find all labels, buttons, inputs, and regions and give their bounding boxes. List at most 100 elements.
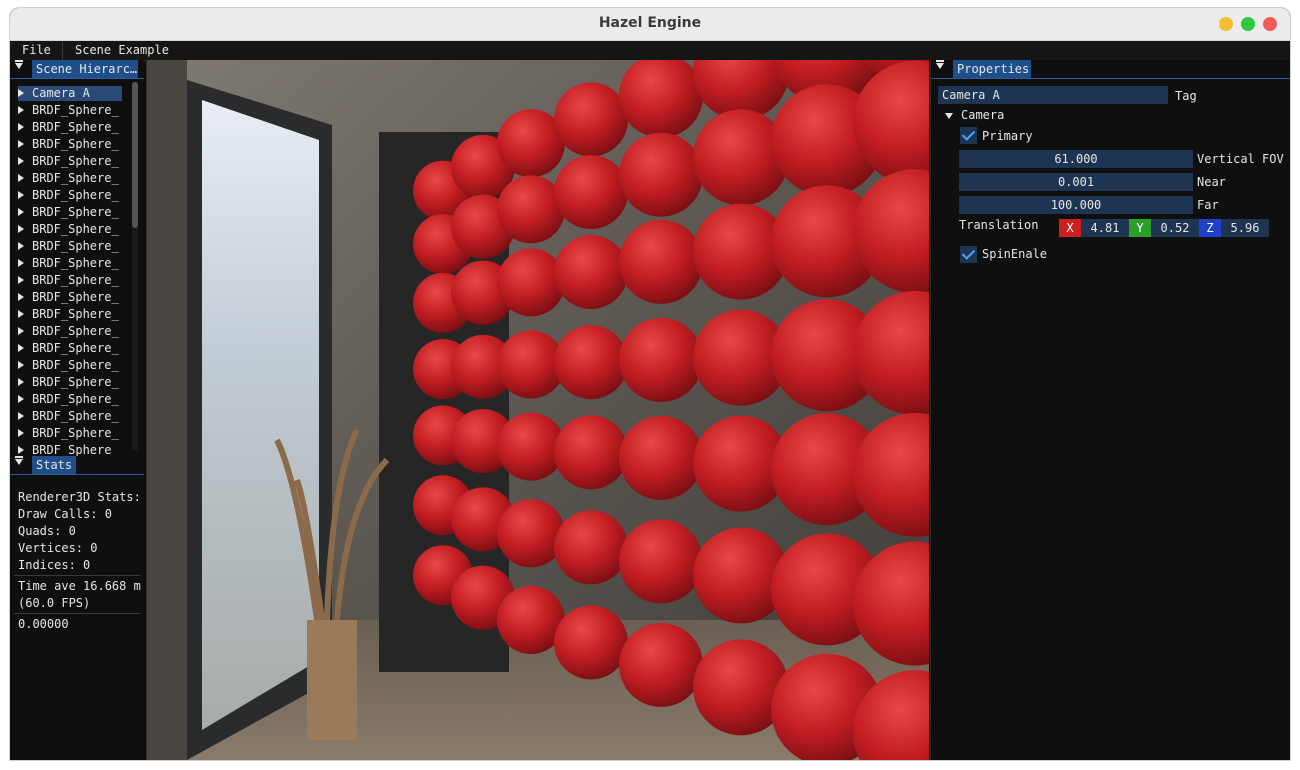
collapse-icon[interactable] xyxy=(15,456,23,465)
tab-scene-hierarchy[interactable]: Scene Hierarc… xyxy=(32,60,138,78)
expand-arrow-icon[interactable] xyxy=(18,207,24,216)
tree-item-label: Camera A xyxy=(32,86,90,100)
brdf-sphere xyxy=(497,248,565,317)
maximize-button[interactable] xyxy=(1241,17,1255,31)
tree-item-sphere[interactable]: BRDF_Sphere_ xyxy=(18,307,126,322)
tree-item-sphere[interactable]: BRDF_Sphere_ xyxy=(18,120,126,135)
expand-arrow-icon[interactable] xyxy=(18,105,24,114)
tree-item-label: BRDF_Sphere_ xyxy=(32,120,119,134)
expand-arrow-icon[interactable] xyxy=(18,343,24,352)
tag-input[interactable]: Camera A xyxy=(938,86,1168,104)
reset-y-button[interactable]: Y xyxy=(1129,219,1151,237)
stat-value: 0.00000 xyxy=(18,617,69,631)
brdf-sphere xyxy=(554,325,628,400)
expand-arrow-icon[interactable] xyxy=(18,139,24,148)
tree-item-sphere[interactable]: BRDF_Sphere_ xyxy=(18,426,126,441)
near-input[interactable]: 0.001 xyxy=(959,173,1193,191)
tree-item-camera[interactable]: Camera A xyxy=(18,86,122,101)
stats-header: Stats xyxy=(10,456,144,475)
reset-x-button[interactable]: X xyxy=(1059,219,1081,237)
spin-enable-checkbox[interactable] xyxy=(960,246,977,263)
expand-arrow-icon xyxy=(945,112,953,119)
brdf-sphere xyxy=(554,82,628,157)
tree-item-sphere[interactable]: BRDF_Sphere_ xyxy=(18,222,126,237)
tree-item-label: BRDF_Sphere_ xyxy=(32,137,119,151)
vertical-fov-input[interactable]: 61.000 xyxy=(959,150,1193,168)
far-input[interactable]: 100.000 xyxy=(959,196,1193,214)
camera-section-label: Camera xyxy=(961,108,1005,122)
tree-item-sphere[interactable]: BRDF_Sphere_ xyxy=(18,341,126,356)
tree-item-sphere[interactable]: BRDF_Sphere_ xyxy=(18,205,126,220)
tree-item-sphere[interactable]: BRDF_Sphere_ xyxy=(18,103,126,118)
brdf-sphere xyxy=(554,235,628,310)
expand-arrow-icon[interactable] xyxy=(18,224,24,233)
tree-item-sphere[interactable]: BRDF_Sphere_ xyxy=(18,375,126,390)
translation-x-input[interactable]: 4.81 xyxy=(1081,219,1129,237)
camera-section-toggle[interactable]: Camera xyxy=(945,106,1004,124)
translation-z-input[interactable]: 5.96 xyxy=(1221,219,1269,237)
menu-scene-example[interactable]: Scene Example xyxy=(75,43,169,57)
tree-item-label: BRDF_Sphere_ xyxy=(32,290,119,304)
tree-item-sphere[interactable]: BRDF_Sphere_ xyxy=(18,171,126,186)
stat-indices: Indices: 0 xyxy=(18,558,91,572)
tree-item-label: BRDF_Sphere_ xyxy=(32,307,119,321)
expand-arrow-icon[interactable] xyxy=(18,309,24,318)
collapse-icon[interactable] xyxy=(15,60,23,69)
spin-enable-label: SpinEnale xyxy=(982,247,1048,261)
tree-item-label: BRDF_Sphere_ xyxy=(32,375,119,389)
tree-item-label: BRDF_Sphere_ xyxy=(32,358,119,372)
tree-item-label: BRDF_Sphere_ xyxy=(32,341,119,355)
translation-y-input[interactable]: 0.52 xyxy=(1151,219,1199,237)
tree-item-label: BRDF_Sphere_ xyxy=(32,239,119,253)
brdf-sphere xyxy=(619,219,703,304)
expand-arrow-icon[interactable] xyxy=(18,377,24,386)
expand-arrow-icon[interactable] xyxy=(18,190,24,199)
stats-divider xyxy=(14,575,140,576)
tree-item-sphere[interactable]: BRDF_Sphere_ xyxy=(18,409,126,424)
tree-item-sphere[interactable]: BRDF_Sphere_ xyxy=(18,358,126,373)
tree-item-sphere[interactable]: BRDF_Sphere_ xyxy=(18,239,126,254)
expand-arrow-icon[interactable] xyxy=(18,241,24,250)
tab-properties[interactable]: Properties xyxy=(953,60,1031,78)
tree-item-sphere[interactable]: BRDF_Sphere_ xyxy=(18,324,126,339)
tree-item-sphere[interactable]: BRDF_Sphere_ xyxy=(18,392,126,407)
expand-arrow-icon[interactable] xyxy=(18,275,24,284)
stat-draw-calls: Draw Calls: 0 xyxy=(18,507,112,521)
vertical-fov-label: Vertical FOV xyxy=(1197,152,1284,166)
tab-stats[interactable]: Stats xyxy=(32,456,76,474)
expand-arrow-icon[interactable] xyxy=(18,88,24,97)
expand-arrow-icon[interactable] xyxy=(18,156,24,165)
hierarchy-scrollbar[interactable] xyxy=(132,82,138,450)
stats-divider xyxy=(14,613,140,614)
expand-arrow-icon[interactable] xyxy=(18,411,24,420)
tree-item-sphere[interactable]: BRDF_Sphere_ xyxy=(18,256,126,271)
scrollbar-thumb[interactable] xyxy=(132,82,138,228)
tree-item-sphere[interactable]: BRDF_Sphere_ xyxy=(18,273,126,288)
menu-file[interactable]: File xyxy=(22,43,51,57)
scene-viewport[interactable] xyxy=(146,60,929,760)
collapse-icon[interactable] xyxy=(936,60,944,69)
reset-z-button[interactable]: Z xyxy=(1199,219,1221,237)
decor-vase xyxy=(307,620,357,740)
expand-arrow-icon[interactable] xyxy=(18,258,24,267)
properties-header: Properties xyxy=(931,60,1290,79)
room-column xyxy=(147,60,187,760)
expand-arrow-icon[interactable] xyxy=(18,173,24,182)
tree-item-sphere[interactable]: BRDF_Sphere_ xyxy=(18,137,126,152)
minimize-button[interactable] xyxy=(1219,17,1233,31)
tree-item-sphere[interactable]: BRDF_Sphere_ xyxy=(18,188,126,203)
tree-item-label: BRDF_Sphere_ xyxy=(32,103,119,117)
tree-item-label: BRDF_Sphere_ xyxy=(32,188,119,202)
expand-arrow-icon[interactable] xyxy=(18,428,24,437)
primary-checkbox[interactable] xyxy=(960,127,977,144)
expand-arrow-icon[interactable] xyxy=(18,360,24,369)
expand-arrow-icon[interactable] xyxy=(18,122,24,131)
expand-arrow-icon[interactable] xyxy=(18,394,24,403)
translation-control: X 4.81 Y 0.52 Z 5.96 xyxy=(1059,219,1271,237)
tree-item-sphere[interactable]: BRDF_Sphere_ xyxy=(18,154,126,169)
tree-item-sphere[interactable]: BRDF_Sphere_ xyxy=(18,290,126,305)
close-button[interactable] xyxy=(1263,17,1277,31)
expand-arrow-icon[interactable] xyxy=(18,326,24,335)
expand-arrow-icon[interactable] xyxy=(18,292,24,301)
expand-arrow-icon[interactable] xyxy=(18,445,24,454)
